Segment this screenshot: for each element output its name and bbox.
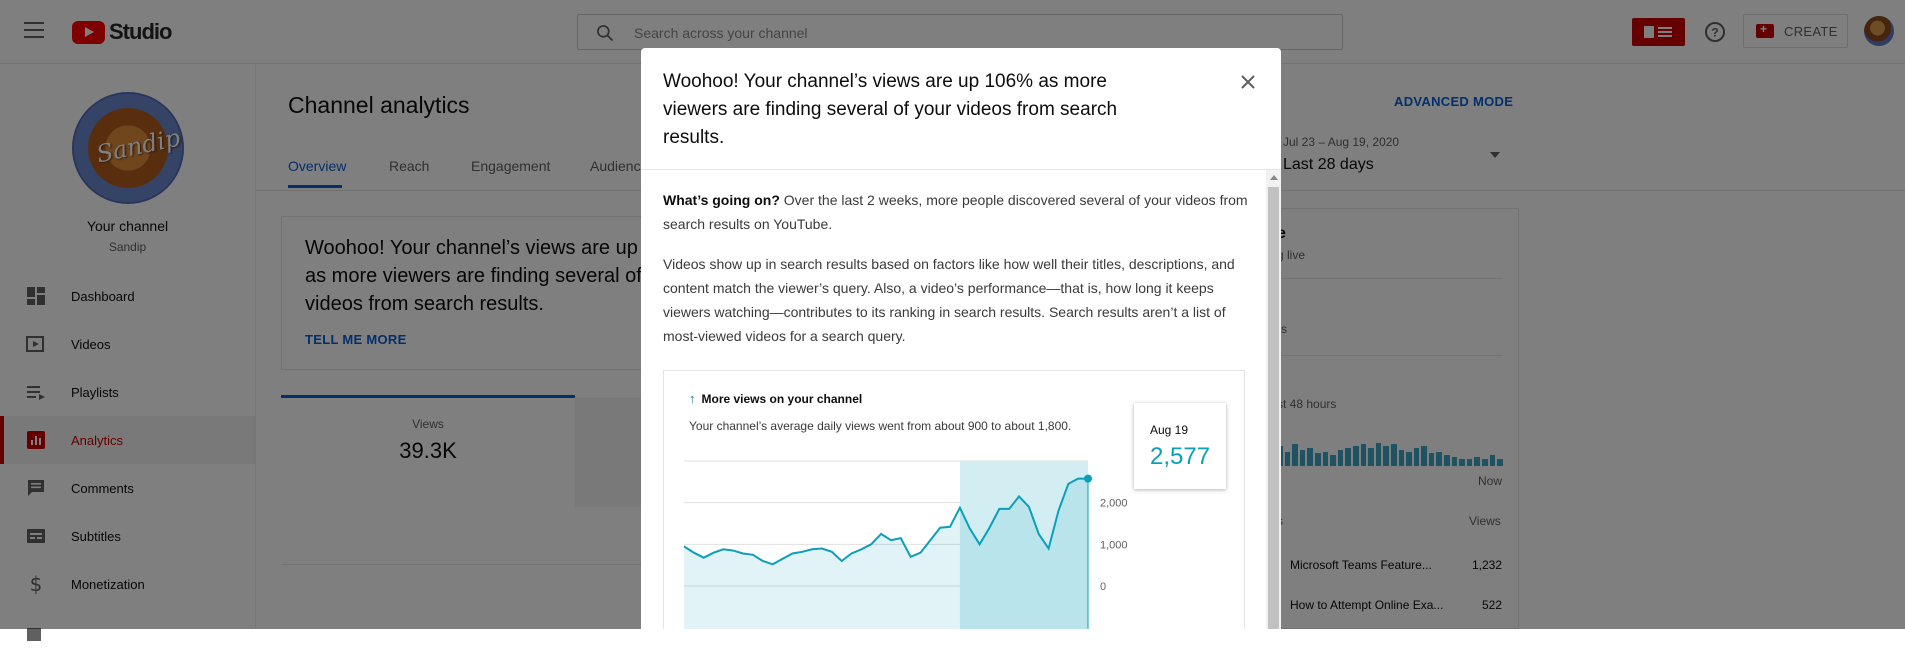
body-paragraph-1: What’s going on? Over the last 2 weeks, … <box>663 188 1257 236</box>
chart-heading: ↑ More views on your channel <box>689 391 862 406</box>
chart-heading-label: More views on your channel <box>701 391 863 406</box>
y-tick-label: 2,000 <box>1100 498 1128 510</box>
close-icon[interactable] <box>1236 70 1260 94</box>
arrow-up-icon: ↑ <box>689 391 696 406</box>
scroll-up-icon[interactable] <box>1270 175 1278 180</box>
data-point-highlight <box>1084 474 1092 483</box>
body-paragraph-2: Videos show up in search results based o… <box>663 256 1235 344</box>
insight-dialog: Woohoo! Your channel’s views are up 106%… <box>641 48 1281 629</box>
tooltip-date: Aug 19 <box>1150 423 1189 437</box>
tooltip-value: 2,577 <box>1150 443 1211 470</box>
dialog-divider <box>641 169 1281 170</box>
dialog-scrollbar[interactable] <box>1266 170 1281 629</box>
chart-tooltip: Aug 19 2,577 <box>1134 403 1226 489</box>
chart-card: 2,000 1,000 0 ↑ More views on your channel… <box>663 370 1245 629</box>
body-lead: What’s going on? <box>663 192 780 208</box>
dialog-body: What’s going on? Over the last 2 weeks, … <box>663 188 1257 364</box>
chart-description: Your channel’s average daily views went … <box>689 419 1072 433</box>
dialog-title: Woohoo! Your channel’s views are up 106%… <box>663 71 1118 148</box>
y-tick-label: 0 <box>1100 581 1106 593</box>
scrollbar-thumb[interactable] <box>1268 187 1279 629</box>
y-tick-label: 1,000 <box>1100 539 1128 551</box>
